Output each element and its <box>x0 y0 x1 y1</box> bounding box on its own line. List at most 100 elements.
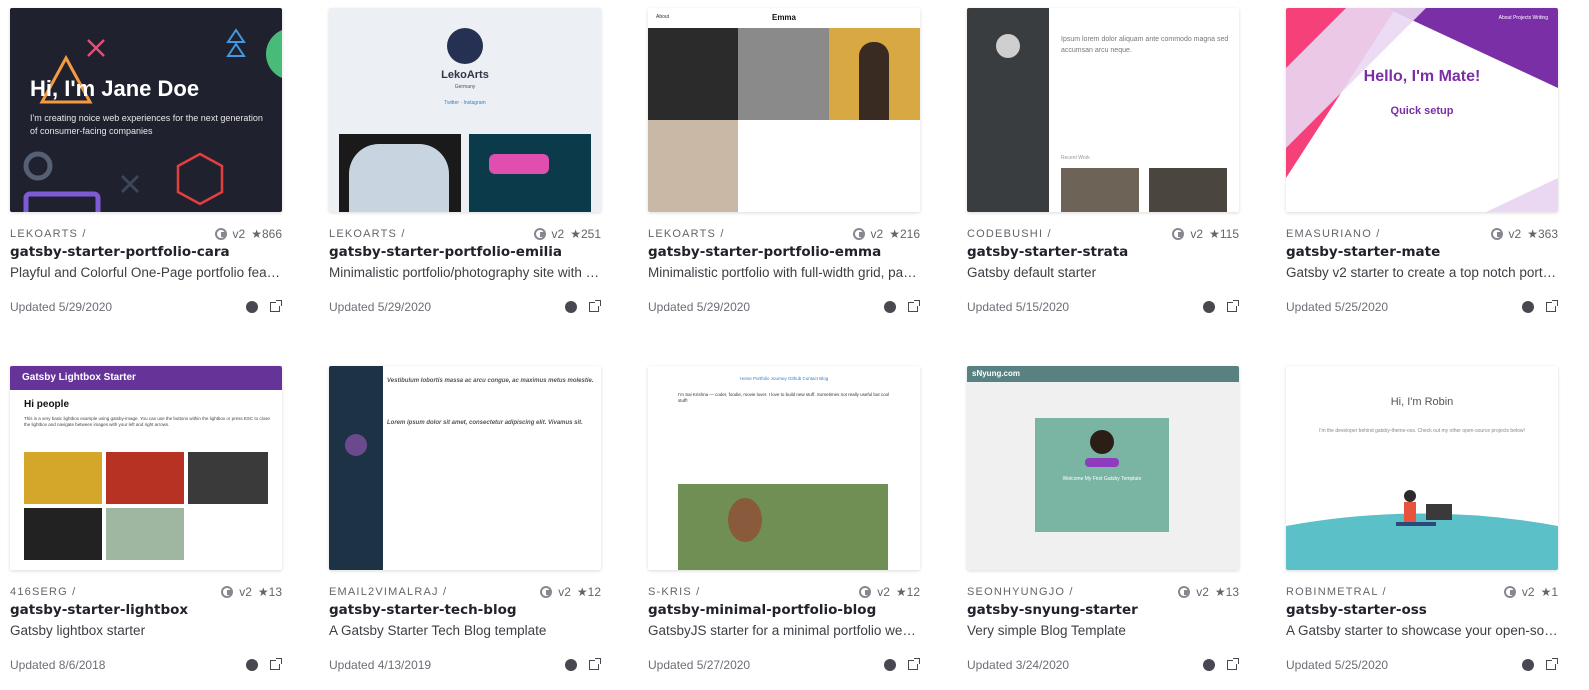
external-link-icon[interactable] <box>589 300 601 312</box>
starter-screenshot[interactable]: sNyung.com Welcome My First Gatsby Templ… <box>967 366 1239 570</box>
external-link-icon[interactable] <box>1227 658 1239 670</box>
starter-screenshot[interactable]: About Projects Writing Hello, I'm Mate! … <box>1286 8 1558 212</box>
starter-screenshot[interactable]: Hi, I'm Robin I'm the developer behind g… <box>1286 366 1558 570</box>
version-label: v2 <box>1508 227 1522 241</box>
version-label: v2 <box>1196 585 1209 599</box>
starter-name[interactable]: gatsby-starter-lightbox <box>10 602 282 618</box>
starter-card[interactable]: Gatsby Lightbox Starter Hi people This i… <box>10 366 282 686</box>
starter-name[interactable]: gatsby-starter-mate <box>1286 244 1558 260</box>
github-icon[interactable] <box>565 659 577 671</box>
starter-name[interactable]: gatsby-starter-portfolio-emilia <box>329 244 601 260</box>
starter-screenshot[interactable]: Ipsum lorem dolor aliquam ante commodo m… <box>967 8 1239 212</box>
starter-name[interactable]: gatsby-starter-strata <box>967 244 1239 260</box>
starter-description: Minimalistic portfolio with full-width g… <box>648 265 920 280</box>
thumb-photo <box>648 28 738 120</box>
github-icon[interactable] <box>1522 659 1534 671</box>
thumb-photo <box>829 28 920 120</box>
github-icon[interactable] <box>884 659 896 671</box>
starter-name[interactable]: gatsby-starter-portfolio-cara <box>10 244 282 260</box>
starter-card[interactable]: About Projects Writing Hello, I'm Mate! … <box>1286 8 1558 328</box>
starter-card[interactable]: About Emma LEKOARTS / v2 ★216 gatsby-sta… <box>648 8 920 328</box>
external-link-icon[interactable] <box>908 300 920 312</box>
owner-link[interactable]: ROBINMETRAL / <box>1286 586 1504 598</box>
updated-date: Updated 5/29/2020 <box>10 300 113 314</box>
owner-link[interactable]: EMAIL2VIMALRAJ / <box>329 586 540 598</box>
owner-link[interactable]: EMASURIANO / <box>1286 228 1491 240</box>
starter-description: Gatsby v2 starter to create a top notch … <box>1286 265 1558 280</box>
external-link-icon[interactable] <box>270 300 282 312</box>
thumb-photo <box>1061 168 1139 212</box>
thumb-photo <box>469 134 591 212</box>
star-count: ★866 <box>251 227 282 241</box>
starter-screenshot[interactable]: LekoArts Germany Twitter · Instagram <box>329 8 601 212</box>
starter-card[interactable]: Hi, I'm Jane Doe I'm creating noice web … <box>10 8 282 328</box>
star-count: ★13 <box>257 585 282 599</box>
starter-card[interactable]: LekoArts Germany Twitter · Instagram LEK… <box>329 8 601 328</box>
owner-link[interactable]: 416SERG / <box>10 586 221 598</box>
thumb-header: sNyung.com <box>967 366 1239 382</box>
thumb-title: LekoArts <box>441 69 489 81</box>
thumb-post: Vestibulum lobortis massa ac arcu congue… <box>387 378 594 384</box>
wave-illustration <box>1286 490 1558 570</box>
owner-link[interactable]: LEKOARTS / <box>10 228 215 240</box>
gatsby-icon <box>214 228 227 240</box>
owner-link[interactable]: S-KRIS / <box>648 586 859 598</box>
starter-card[interactable]: Ipsum lorem dolor aliquam ante commodo m… <box>967 8 1239 328</box>
github-icon[interactable] <box>565 301 577 313</box>
version-label: v2 <box>1521 585 1535 599</box>
gatsby-icon <box>852 228 865 240</box>
github-icon[interactable] <box>246 301 258 313</box>
external-link-icon[interactable] <box>589 658 601 670</box>
starter-screenshot[interactable]: Vestibulum lobortis massa ac arcu congue… <box>329 366 601 570</box>
starter-screenshot[interactable]: Home Portfolio Journey Github Contact Bl… <box>648 366 920 570</box>
starter-card[interactable]: Hi, I'm Robin I'm the developer behind g… <box>1286 366 1558 686</box>
gatsby-icon <box>1490 228 1503 240</box>
external-link-icon[interactable] <box>1546 300 1558 312</box>
decorative-shapes <box>23 28 282 212</box>
starter-card[interactable]: Vestibulum lobortis massa ac arcu congue… <box>329 366 601 686</box>
github-icon[interactable] <box>1203 301 1215 313</box>
gatsby-icon <box>859 586 872 598</box>
github-icon[interactable] <box>884 301 896 313</box>
external-link-icon[interactable] <box>1546 658 1558 670</box>
thumb-hello: Hello, I'm Mate! <box>1363 68 1481 85</box>
thumb-photo <box>678 484 888 570</box>
starter-name[interactable]: gatsby-starter-portfolio-emma <box>648 244 920 260</box>
version-label: v2 <box>239 585 252 599</box>
thumb-panel <box>1035 418 1169 532</box>
thumb-subtitle: Germany <box>454 84 476 90</box>
github-icon[interactable] <box>1203 659 1215 671</box>
starter-screenshot[interactable]: Gatsby Lightbox Starter Hi people This i… <box>10 366 282 570</box>
starter-description: A Gatsby starter to showcase your open-s… <box>1286 623 1558 638</box>
starter-card[interactable]: Home Portfolio Journey Github Contact Bl… <box>648 366 920 686</box>
thumb-links: Twitter · Instagram <box>444 100 486 106</box>
owner-link[interactable]: CODEBUSHI / <box>967 228 1172 240</box>
updated-date: Updated 5/25/2020 <box>1286 300 1389 314</box>
thumb-sidebar <box>967 8 1049 212</box>
starter-card[interactable]: sNyung.com Welcome My First Gatsby Templ… <box>967 366 1239 686</box>
updated-date: Updated 5/25/2020 <box>1286 658 1389 672</box>
thumb-bar-title: sNyung.com <box>972 369 1021 378</box>
thumb-photo <box>24 452 102 504</box>
github-icon[interactable] <box>1522 301 1534 313</box>
thumb-welcome: Welcome My First Gatsby Template <box>1062 476 1142 482</box>
external-link-icon[interactable] <box>908 658 920 670</box>
external-link-icon[interactable] <box>270 658 282 670</box>
starter-screenshot[interactable]: Hi, I'm Jane Doe I'm creating noice web … <box>10 8 282 212</box>
github-icon[interactable] <box>246 659 258 671</box>
starter-name[interactable]: gatsby-snyung-starter <box>967 602 1239 618</box>
starter-screenshot[interactable]: About Emma <box>648 8 920 212</box>
thumb-nav: Home Portfolio Journey Github Contact Bl… <box>739 376 829 381</box>
owner-link[interactable]: LEKOARTS / <box>648 228 853 240</box>
external-link-icon[interactable] <box>1227 300 1239 312</box>
starter-name[interactable]: gatsby-minimal-portfolio-blog <box>648 602 920 618</box>
owner-link[interactable]: SEONHYUNGJO / <box>967 586 1178 598</box>
starter-description: Gatsby lightbox starter <box>10 623 146 638</box>
owner-link[interactable]: LEKOARTS / <box>329 228 534 240</box>
starter-name[interactable]: gatsby-starter-tech-blog <box>329 602 601 618</box>
starter-name[interactable]: gatsby-starter-oss <box>1286 602 1558 618</box>
thumb-photo <box>188 452 268 504</box>
star-count: ★216 <box>889 227 920 241</box>
gatsby-icon <box>1178 586 1191 598</box>
lion-logo-icon <box>447 28 483 64</box>
